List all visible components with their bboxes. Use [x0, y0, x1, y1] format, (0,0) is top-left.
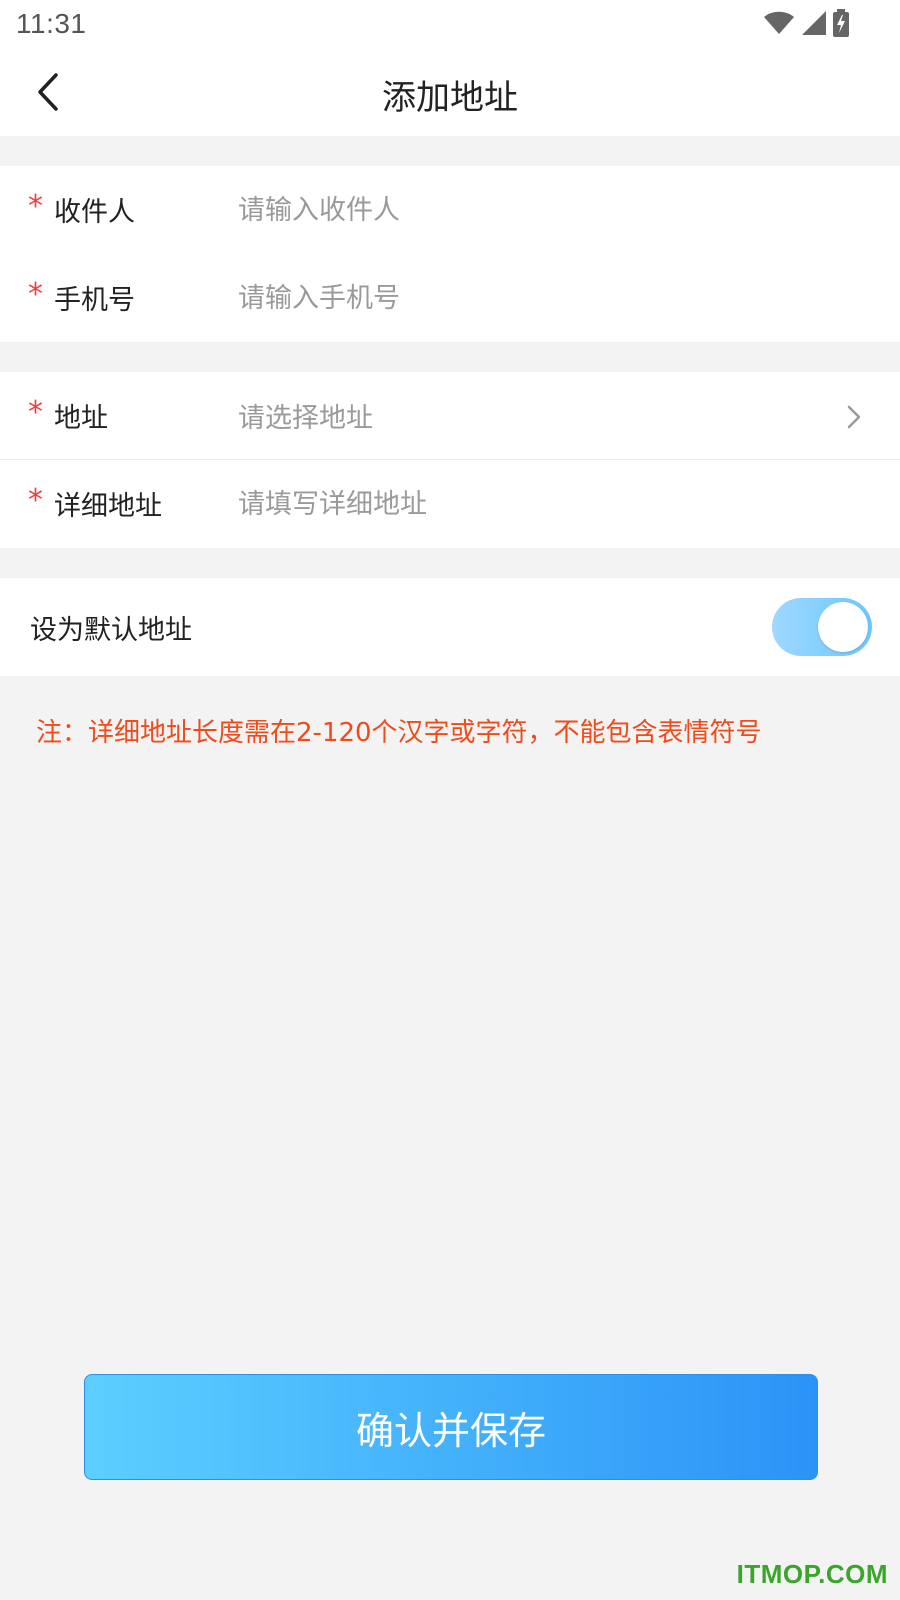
- address-group: * 地址 请选择地址 * 详细地址: [0, 372, 900, 548]
- detail-address-input[interactable]: [238, 476, 798, 532]
- address-length-note: 注：详细地址长度需在2-120个汉字或字符，不能包含表情符号: [36, 718, 762, 748]
- required-mark: *: [28, 277, 43, 312]
- required-mark: *: [28, 395, 43, 430]
- chevron-right-icon: [847, 405, 861, 429]
- default-address-toggle[interactable]: [772, 598, 872, 656]
- default-address-group: 设为默认地址: [0, 578, 900, 676]
- watermark-logo: ITMOP.COM: [736, 1559, 888, 1589]
- screen: 11:31 添加地址 * 收件人 请输入收件人 * 手机号 请输入手机号 * 地…: [0, 0, 900, 1600]
- recipient-row: * 收件人: [0, 166, 900, 254]
- phone-label: 手机号: [54, 285, 135, 316]
- required-mark: *: [28, 483, 43, 518]
- page-title: 添加地址: [382, 78, 518, 118]
- recipient-label: 收件人: [54, 197, 135, 228]
- recipient-input[interactable]: [238, 182, 798, 238]
- signal-icon: [800, 11, 826, 39]
- battery-charging-icon: [832, 9, 850, 41]
- detail-address-label: 详细地址: [54, 491, 162, 522]
- contact-group: * 收件人 * 手机号: [0, 166, 900, 342]
- detail-address-row: * 详细地址: [0, 460, 900, 548]
- phone-input[interactable]: [238, 270, 798, 326]
- toggle-knob: [818, 602, 868, 652]
- header: 添加地址: [0, 52, 900, 136]
- default-address-label: 设为默认地址: [30, 615, 192, 646]
- address-label: 地址: [54, 403, 108, 434]
- status-icons: [764, 9, 850, 41]
- address-select-placeholder: 请选择地址: [238, 403, 373, 434]
- confirm-save-button[interactable]: 确认并保存: [84, 1374, 818, 1480]
- wifi-icon: [764, 11, 794, 39]
- status-bar: 11:31: [0, 0, 900, 52]
- address-select-row[interactable]: * 地址 请选择地址: [0, 372, 900, 460]
- phone-row: * 手机号: [0, 254, 900, 342]
- status-time: 11:31: [16, 8, 87, 39]
- required-mark: *: [28, 189, 43, 224]
